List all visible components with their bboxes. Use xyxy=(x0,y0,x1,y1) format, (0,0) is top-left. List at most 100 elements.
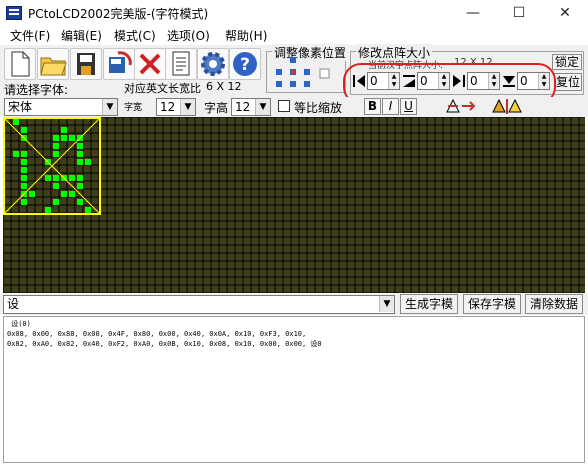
lit-pixel xyxy=(45,207,51,213)
lit-pixel xyxy=(77,143,83,149)
output-textarea[interactable]: 设(0) 0x08, 0x00, 0x88, 0x00, 0x4F, 0x80, … xyxy=(3,316,585,463)
lit-pixel xyxy=(21,183,27,189)
save-font-button[interactable]: 保存字模 xyxy=(463,294,521,314)
lit-pixel xyxy=(77,151,83,157)
lit-pixel xyxy=(53,135,59,141)
lit-pixel xyxy=(53,199,59,205)
lit-pixel xyxy=(69,191,75,197)
lit-pixel xyxy=(21,199,27,205)
pixel-shift-arrows-icon[interactable] xyxy=(274,55,334,91)
red-x-icon xyxy=(139,53,161,75)
char-input-field[interactable]: 设 ▼ xyxy=(3,295,395,314)
pixel-grid-canvas[interactable] xyxy=(3,117,585,293)
menu-edit[interactable]: 编辑(E) xyxy=(58,27,105,44)
lit-pixel xyxy=(61,191,67,197)
font-prompt-label: 请选择字体: xyxy=(4,83,69,97)
minimize-button[interactable]: — xyxy=(450,0,496,26)
lit-pixel xyxy=(53,143,59,149)
clear-data-button[interactable]: 清除数据 xyxy=(525,294,583,314)
lit-pixel xyxy=(21,159,27,165)
lit-pixel xyxy=(61,127,67,133)
char-width-value: 12 xyxy=(160,100,176,114)
settings-button[interactable] xyxy=(197,48,229,80)
floppy-save-icon xyxy=(77,53,95,75)
lit-pixel xyxy=(21,127,27,133)
document-button[interactable] xyxy=(165,48,197,80)
app-icon xyxy=(6,6,22,20)
output-line: 0x82, 0xA0, 0x82, 0x40, 0xF2, 0xA0, 0x0B… xyxy=(7,340,322,348)
lit-pixel xyxy=(85,159,91,165)
lit-pixel xyxy=(61,135,67,141)
chevron-down-icon: ▼ xyxy=(102,99,117,115)
generate-font-button[interactable]: 生成字模 xyxy=(400,294,458,314)
menu-file[interactable]: 文件(F) xyxy=(7,27,53,44)
italic-button[interactable]: I xyxy=(382,98,399,115)
rotate-flip-icon[interactable] xyxy=(444,97,478,115)
char-height-label: 字高 xyxy=(204,101,229,115)
proportional-label: 等比缩放 xyxy=(294,101,343,115)
char-width-select[interactable]: 12 ▼ xyxy=(156,98,196,116)
export-button[interactable] xyxy=(103,48,135,80)
lit-pixel xyxy=(53,183,59,189)
export-icon xyxy=(109,51,132,73)
lit-pixel xyxy=(53,151,59,157)
bold-button[interactable]: B xyxy=(364,98,381,115)
lit-pixel xyxy=(21,175,27,181)
chevron-down-icon: ▼ xyxy=(255,99,270,115)
menu-options[interactable]: 选项(O) xyxy=(164,27,213,44)
mirror-flip-icon[interactable] xyxy=(490,97,524,115)
lit-pixel xyxy=(21,167,27,173)
document-icon xyxy=(172,51,190,76)
char-height-value: 12 xyxy=(235,100,251,114)
title-bar: PCtoLCD2002完美版-(字符模式) — ☐ ✕ xyxy=(0,0,588,26)
menu-bar: 文件(F) 编辑(E) 模式(C) 选项(O) 帮助(H) xyxy=(0,26,588,45)
aspect-ratio-value: 6 X 12 xyxy=(206,80,242,93)
lit-pixel xyxy=(69,135,75,141)
lit-pixel xyxy=(85,207,91,213)
window-title: PCtoLCD2002完美版-(字符模式) xyxy=(28,7,209,21)
open-file-button[interactable] xyxy=(37,48,69,80)
menu-mode[interactable]: 模式(C) xyxy=(111,27,159,44)
lit-pixel xyxy=(69,175,75,181)
help-button[interactable]: ? xyxy=(229,48,261,80)
font-select[interactable]: 宋体 ▼ xyxy=(4,98,118,116)
lit-pixel xyxy=(45,175,51,181)
lit-pixel xyxy=(77,199,83,205)
svg-text:?: ? xyxy=(240,55,250,75)
gear-icon xyxy=(201,52,225,76)
lit-pixel xyxy=(77,159,83,165)
chevron-down-icon: ▼ xyxy=(379,296,394,312)
dot-matrix-grid[interactable] xyxy=(3,117,585,293)
output-line: 0x08, 0x00, 0x88, 0x00, 0x4F, 0x80, 0x00… xyxy=(7,330,307,338)
proportional-checkbox[interactable] xyxy=(278,100,290,112)
new-file-icon xyxy=(11,51,30,77)
underline-button[interactable]: U xyxy=(400,98,417,115)
lit-pixel xyxy=(13,119,19,125)
font-controls-row: 宋体 ▼ 字宽 12 ▼ 字高 12 ▼ 等比缩放 B I U xyxy=(0,97,588,117)
lit-pixel xyxy=(77,175,83,181)
input-row: 设 ▼ 生成字模 保存字模 清除数据 xyxy=(0,293,588,315)
selection-diagonals xyxy=(3,117,101,215)
lit-pixel xyxy=(77,183,83,189)
help-question-icon: ? xyxy=(233,52,257,76)
char-height-select[interactable]: 12 ▼ xyxy=(231,98,271,116)
maximize-button[interactable]: ☐ xyxy=(496,0,542,26)
lit-pixel xyxy=(13,151,19,157)
lock-button[interactable]: 锁定 xyxy=(552,54,582,70)
char-input-value: 设 xyxy=(7,297,20,311)
lit-pixel xyxy=(21,151,27,157)
lit-pixel xyxy=(29,191,35,197)
char-width-label: 字宽 xyxy=(124,103,143,113)
font-select-value: 宋体 xyxy=(8,100,33,114)
output-line: 设(0) xyxy=(7,320,31,328)
delete-button[interactable] xyxy=(134,48,166,80)
new-file-button[interactable] xyxy=(4,48,36,80)
menu-help[interactable]: 帮助(H) xyxy=(222,27,270,44)
reset-button[interactable]: 复位 xyxy=(554,73,582,91)
close-button[interactable]: ✕ xyxy=(542,0,588,26)
lit-pixel xyxy=(53,175,59,181)
aspect-ratio-label: 对应英文长宽比 xyxy=(124,82,201,95)
open-folder-icon xyxy=(40,57,67,76)
save-button[interactable] xyxy=(70,48,102,80)
chevron-down-icon: ▼ xyxy=(180,99,195,115)
